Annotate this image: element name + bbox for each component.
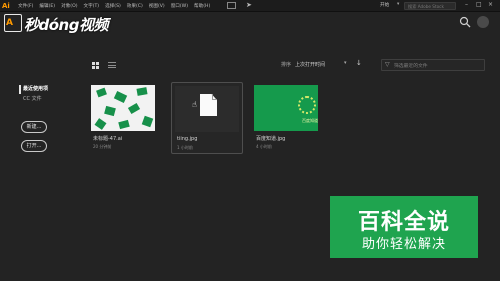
watermark-logo-letter: A [6, 18, 13, 28]
sidebar-active-indicator [19, 85, 21, 94]
menu-file[interactable]: 文件(F) [18, 3, 33, 9]
file-card[interactable]: ☝ tiing.jpg 1 小时前 [171, 82, 243, 154]
watermark-badge: 百科全说 助你轻松解决 [330, 196, 478, 258]
workspace-switcher[interactable]: 开始 [380, 2, 389, 8]
file-name: tiing.jpg [177, 136, 198, 142]
file-thumbnail[interactable]: ☝ [175, 86, 239, 132]
filter-icon: ▽ [385, 61, 390, 68]
file-card[interactable]: 未标题-47.ai 20 分钟前 [88, 82, 160, 154]
watermark-logo-box: A [4, 14, 22, 32]
menu-view[interactable]: 视图(V) [149, 3, 165, 9]
new-button[interactable]: 新建... [21, 121, 47, 133]
arrange-documents-icon[interactable] [227, 2, 236, 9]
app-logo[interactable]: Ai [2, 1, 12, 11]
sidebar-item-cc-files[interactable]: CC 文件 [23, 95, 42, 102]
dot-circle-graphic [298, 96, 316, 114]
menu-type[interactable]: 文字(T) [84, 3, 100, 9]
file-thumbnail[interactable]: 百度知道 [254, 85, 318, 131]
menu-bar: Ai 文件(F) 编辑(E) 对象(O) 文字(T) 选择(S) 效果(C) 视… [0, 0, 500, 12]
menu-edit[interactable]: 编辑(E) [39, 3, 55, 9]
menu-window[interactable]: 窗口(W) [171, 3, 188, 9]
file-time: 4 小时前 [256, 144, 272, 149]
avatar[interactable] [477, 16, 489, 28]
close-icon[interactable]: × [488, 1, 493, 8]
chevron-down-icon[interactable]: ▾ [344, 60, 347, 66]
grid-view-icon[interactable] [92, 62, 99, 69]
file-thumbnail[interactable] [91, 85, 155, 131]
stock-search-input[interactable]: 搜索 Adobe Stock [404, 2, 456, 10]
watermark-main-text: 百科全说 [357, 210, 450, 235]
search-icon[interactable] [459, 16, 471, 28]
list-view-icon[interactable] [108, 62, 116, 69]
maximize-icon[interactable]: □ [476, 1, 482, 8]
hand-cursor-icon: ☝ [192, 100, 197, 109]
thumbnail-caption: 百度知道 [302, 118, 318, 123]
chevron-down-icon[interactable]: ▾ [397, 2, 399, 7]
watermark-brand-text: 秒dóng视频 [24, 16, 108, 34]
sidebar-item-recent[interactable]: 最近使用项 [23, 85, 48, 92]
filter-placeholder: 筛选最近的文件 [394, 64, 428, 69]
menu-effect[interactable]: 效果(C) [127, 3, 143, 9]
main-menu: 文件(F) 编辑(E) 对象(O) 文字(T) 选择(S) 效果(C) 视图(V… [18, 0, 216, 12]
menu-object[interactable]: 对象(O) [61, 3, 77, 9]
filter-input[interactable]: ▽ 筛选最近的文件 [381, 59, 485, 71]
file-name: 未标题-47.ai [93, 136, 123, 142]
send-icon[interactable]: ➤ [246, 1, 254, 10]
menu-select[interactable]: 选择(S) [105, 3, 121, 9]
file-name: 百度知道.jpg [256, 136, 286, 142]
watermark-sub-text: 助你轻松解决 [361, 237, 446, 252]
file-time: 20 分钟前 [93, 144, 112, 149]
sort-direction-icon[interactable]: ↓ [356, 59, 362, 67]
stock-search-placeholder: 搜索 Adobe Stock [408, 4, 444, 9]
menu-help[interactable]: 帮助(H) [194, 3, 210, 9]
file-card[interactable]: 百度知道 百度知道.jpg 4 小时前 [251, 82, 323, 154]
open-button[interactable]: 打开... [21, 140, 47, 152]
sort-label: 排序 [281, 62, 292, 68]
sort-select[interactable]: 上次打开时间 [295, 61, 325, 68]
minimize-icon[interactable]: – [465, 1, 468, 8]
file-time: 1 小时前 [177, 145, 193, 150]
